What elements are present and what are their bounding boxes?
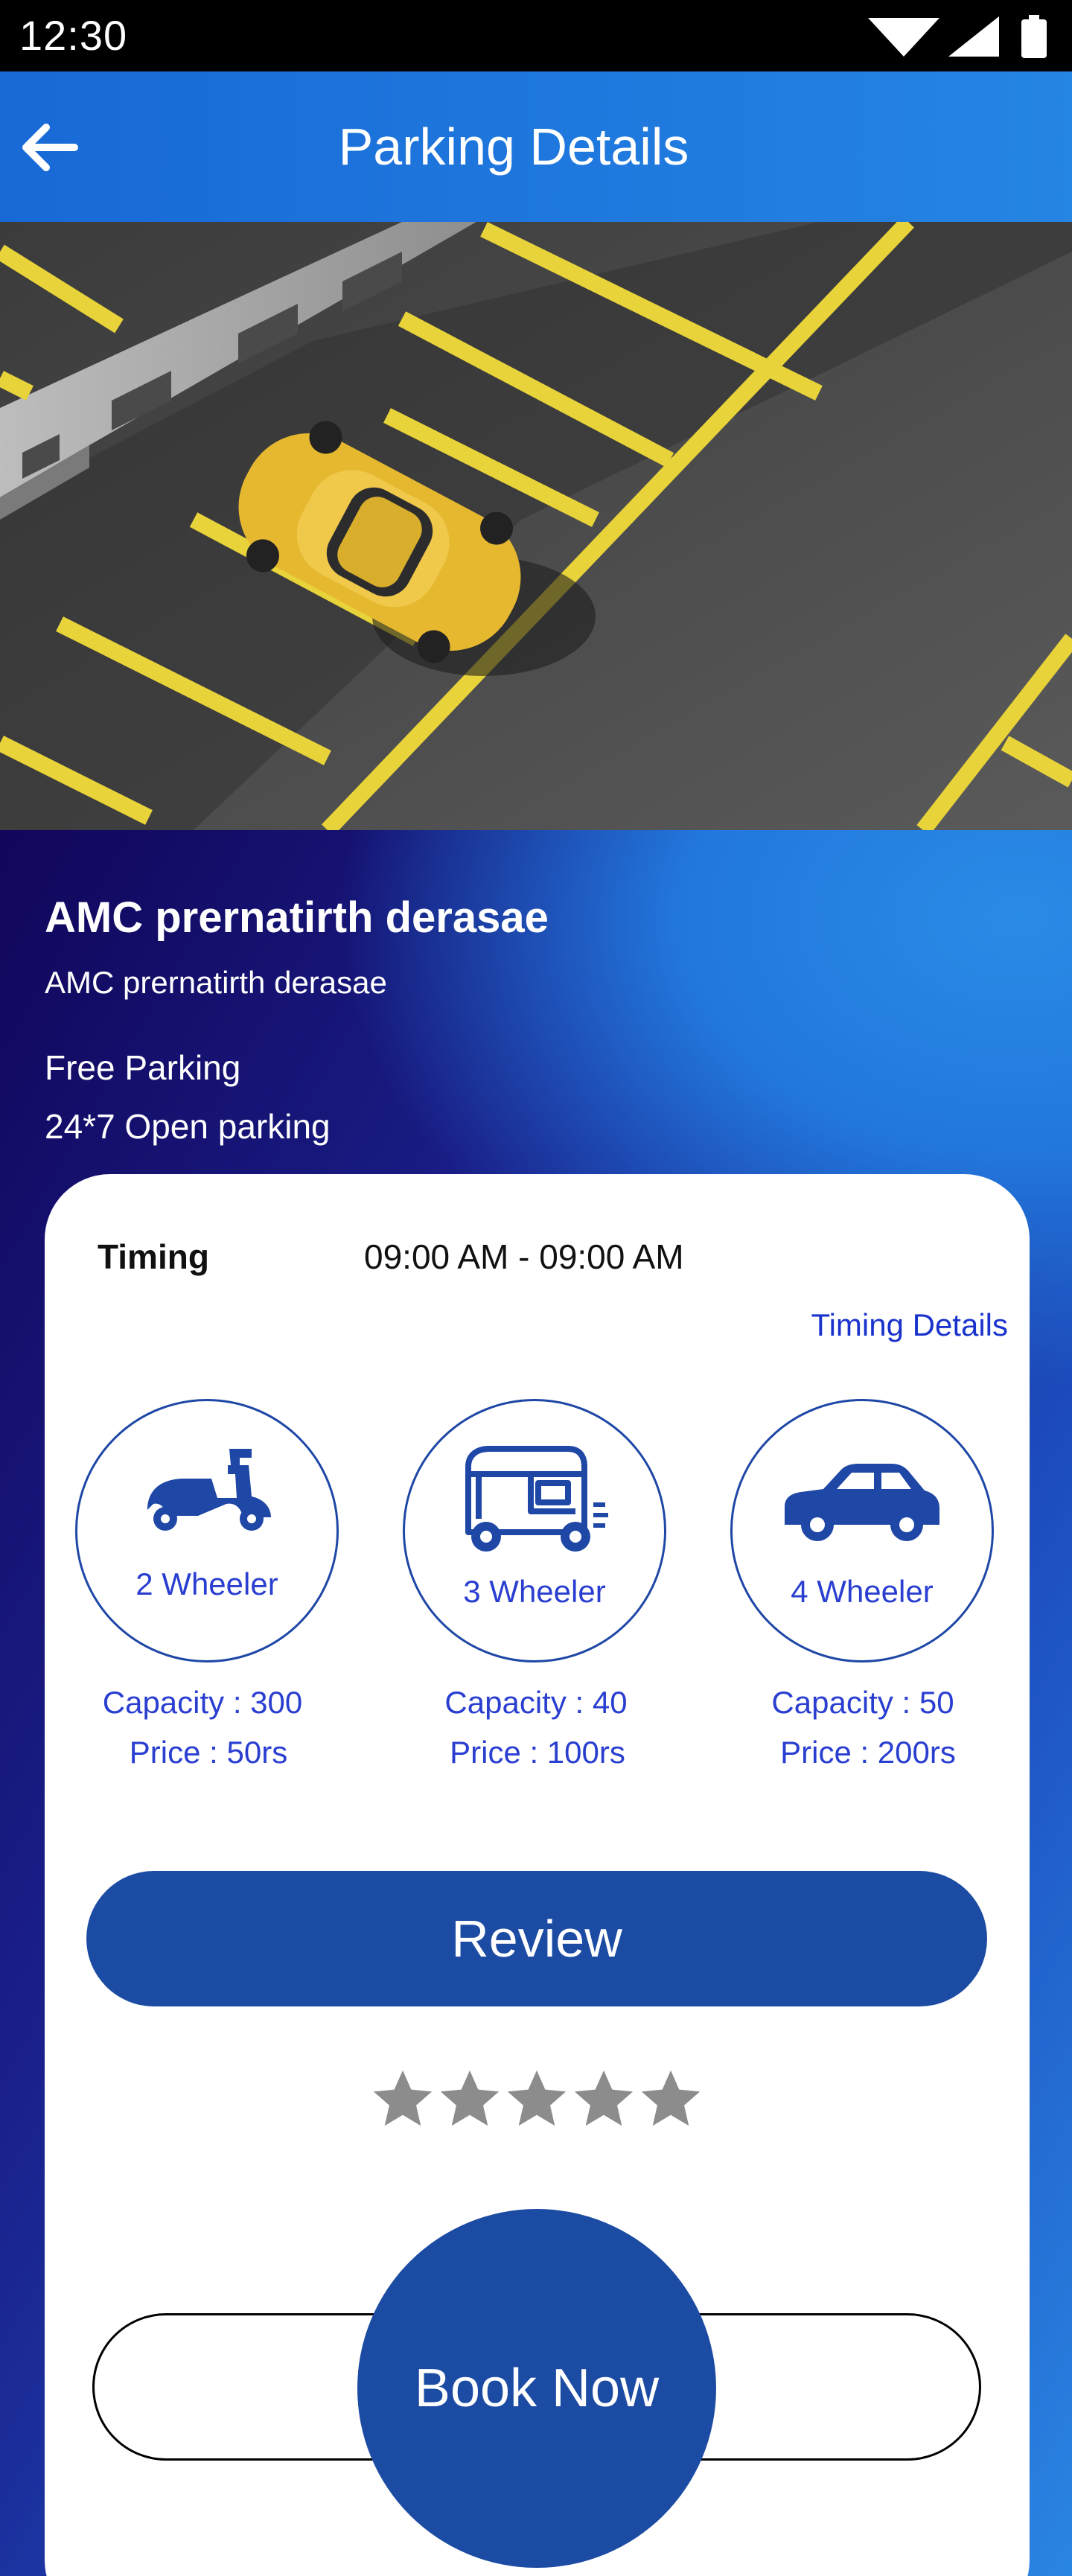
- vehicle-price: Price : 50rs: [129, 1735, 288, 1770]
- timing-details-link[interactable]: Timing Details: [811, 1304, 1008, 1346]
- vehicle-4-wheeler[interactable]: 4 Wheeler: [730, 1399, 994, 1662]
- timing-label: Timing: [98, 1237, 209, 1276]
- parking-lot-photo: [0, 222, 1072, 830]
- star-icon[interactable]: [636, 2065, 706, 2135]
- vehicle-label: 3 Wheeler: [463, 1574, 606, 1609]
- auto-rickshaw-icon: [465, 1446, 608, 1552]
- vehicle-label: 2 Wheeler: [135, 1566, 278, 1601]
- star-icon[interactable]: [569, 2065, 639, 2135]
- book-now-button[interactable]: Book Now: [357, 2209, 716, 2568]
- vehicle-label: 4 Wheeler: [791, 1574, 934, 1609]
- status-bar: 12:30: [0, 0, 1072, 71]
- status-time: 12:30: [19, 12, 128, 59]
- page-title: Parking Details: [338, 118, 689, 176]
- vehicle-3-wheeler[interactable]: 3 Wheeler: [403, 1399, 666, 1662]
- scooter-icon: [147, 1449, 271, 1531]
- vehicle-capacity: Capacity : 50: [771, 1685, 954, 1720]
- vehicle-price: Price : 100rs: [450, 1735, 625, 1770]
- rating-stars[interactable]: [368, 2065, 703, 2139]
- star-icon[interactable]: [368, 2065, 438, 2135]
- vehicle-price: Price : 200rs: [780, 1735, 956, 1770]
- open-hours: 24*7 Open parking: [45, 1107, 331, 1146]
- vehicle-capacity: Capacity : 40: [444, 1685, 628, 1720]
- place-name: AMC prernatirth derasae: [45, 893, 549, 942]
- place-address: AMC prernatirth derasae: [45, 965, 387, 1000]
- wifi-icon: [868, 18, 939, 57]
- timing-value: 09:00 AM - 09:00 AM: [364, 1237, 684, 1276]
- signal-icon: [948, 16, 999, 57]
- star-icon[interactable]: [435, 2065, 505, 2135]
- vehicle-2-wheeler[interactable]: 2 Wheeler: [75, 1399, 339, 1662]
- parking-type: Free Parking: [45, 1048, 241, 1087]
- app-bar: Parking Details: [0, 71, 1072, 222]
- vehicle-capacity: Capacity : 300: [102, 1685, 303, 1720]
- status-icons: [853, 12, 1054, 60]
- star-icon[interactable]: [502, 2065, 572, 2135]
- car-icon: [785, 1464, 939, 1541]
- battery-icon: [1021, 15, 1047, 58]
- review-button[interactable]: Review: [86, 1871, 987, 2006]
